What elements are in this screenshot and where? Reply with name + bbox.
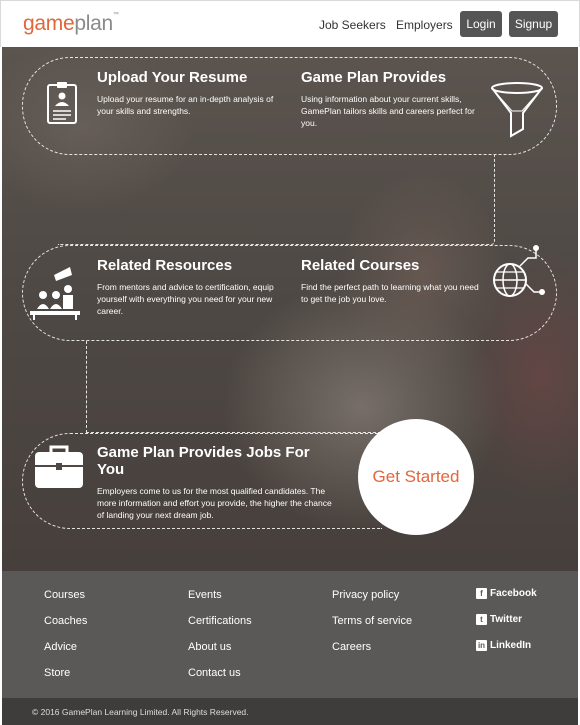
- copyright-bar: © 2016 GamePlan Learning Limited. All Ri…: [2, 698, 578, 725]
- linkedin-icon: in: [476, 640, 487, 651]
- resume-icon: [47, 82, 77, 124]
- footer-link-contact-us[interactable]: Contact us: [188, 667, 241, 679]
- gameplan-logo[interactable]: gameplan™: [23, 12, 119, 36]
- footer-link-events[interactable]: Events: [188, 589, 222, 601]
- path-outline-connector-1: [58, 155, 495, 245]
- get-started-button[interactable]: Get Started: [358, 419, 474, 535]
- site-footer: Courses Coaches Advice Store Events Cert…: [2, 571, 578, 698]
- presentation-icon: [30, 267, 80, 320]
- facebook-label: Facebook: [490, 588, 537, 599]
- related-courses-text: Find the perfect path to learning what y…: [301, 282, 479, 304]
- footer-link-coaches[interactable]: Coaches: [44, 615, 87, 627]
- copyright-text: © 2016 GamePlan Learning Limited. All Ri…: [32, 707, 249, 717]
- linkedin-label: LinkedIn: [490, 640, 532, 651]
- footer-social-facebook[interactable]: f Facebook: [476, 588, 537, 599]
- footer-link-careers[interactable]: Careers: [332, 641, 371, 653]
- upload-resume-title: Upload Your Resume: [97, 69, 248, 86]
- hero-section: Upload Your Resume Upload your resume fo…: [2, 47, 578, 571]
- logo-plan-text: plan: [74, 12, 113, 35]
- footer-link-advice[interactable]: Advice: [44, 641, 77, 653]
- funnel-icon: [491, 82, 543, 138]
- related-resources-text: From mentors and advice to certification…: [97, 282, 274, 316]
- footer-link-terms-of-service[interactable]: Terms of service: [332, 615, 412, 627]
- logo-game-text: game: [23, 12, 75, 35]
- nav-employers[interactable]: Employers: [396, 18, 453, 32]
- footer-social-twitter[interactable]: t Twitter: [476, 614, 522, 625]
- logo-trademark: ™: [112, 12, 119, 18]
- facebook-icon: f: [476, 588, 487, 599]
- related-courses-title: Related Courses: [301, 257, 420, 274]
- related-resources-title: Related Resources: [97, 257, 233, 274]
- footer-social-linkedin[interactable]: in LinkedIn: [476, 640, 531, 651]
- path-outline-connector-2: [86, 341, 386, 433]
- footer-link-courses[interactable]: Courses: [44, 589, 85, 601]
- footer-link-about-us[interactable]: About us: [188, 641, 231, 653]
- footer-link-store[interactable]: Store: [44, 667, 70, 679]
- twitter-label: Twitter: [490, 614, 523, 625]
- briefcase-icon: [35, 445, 83, 488]
- login-button[interactable]: Login: [460, 11, 502, 37]
- nav-job-seekers[interactable]: Job Seekers: [319, 18, 386, 32]
- game-plan-provides-title: Game Plan Provides: [301, 69, 447, 86]
- footer-link-certifications[interactable]: Certifications: [188, 615, 252, 627]
- footer-link-privacy-policy[interactable]: Privacy policy: [332, 589, 399, 601]
- jobs-text: Employers come to us for the most qualif…: [97, 486, 332, 520]
- twitter-icon: t: [476, 614, 487, 625]
- game-plan-provides-text: Using information about your current ski…: [301, 94, 475, 128]
- signup-button[interactable]: Signup: [509, 11, 558, 37]
- globe-network-icon: [493, 245, 545, 297]
- site-header: gameplan™ Job Seekers Employers Login Si…: [0, 0, 580, 47]
- upload-resume-text: Upload your resume for an in-depth analy…: [97, 94, 274, 116]
- jobs-title: Game Plan Provides Jobs For You: [97, 444, 310, 478]
